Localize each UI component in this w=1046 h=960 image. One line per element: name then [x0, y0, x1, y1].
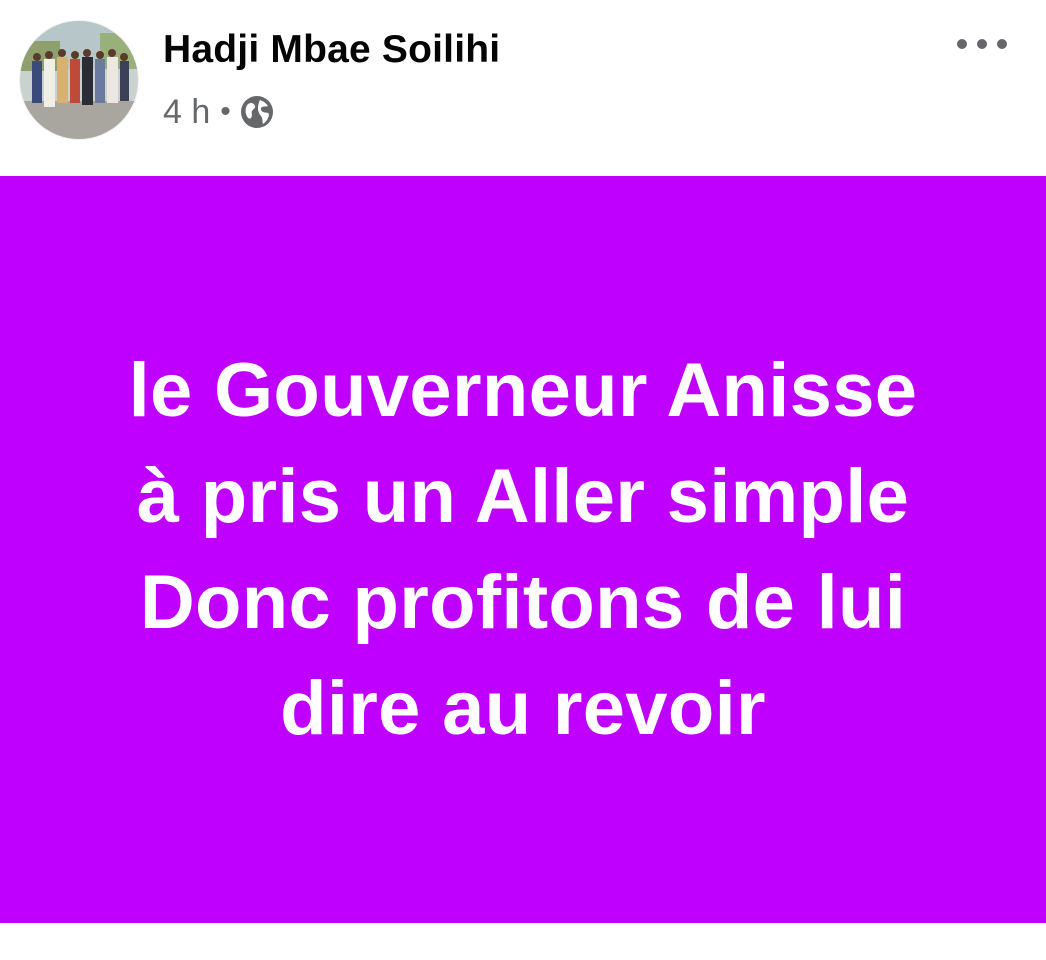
- globe-icon[interactable]: [239, 94, 275, 130]
- post-footer-spacer: [0, 923, 1046, 960]
- more-horizontal-icon: [957, 39, 1007, 49]
- post-text-line-1: le Gouverneur Anisse: [128, 347, 918, 433]
- post-time[interactable]: 4 h: [163, 91, 210, 133]
- meta-separator: •: [220, 95, 231, 128]
- post-meta: 4 h •: [163, 91, 275, 133]
- post-image-text: le Gouverneur Anisse à pris un Aller sim…: [23, 338, 1023, 762]
- avatar-photo: [20, 21, 138, 139]
- post-header: Hadji Mbae Soilihi 4 h •: [0, 0, 1046, 176]
- post-text-image[interactable]: le Gouverneur Anisse à pris un Aller sim…: [0, 176, 1046, 923]
- more-options-button[interactable]: [950, 26, 1014, 62]
- post-text-line-3: Donc profitons de lui: [139, 559, 907, 645]
- author-avatar[interactable]: [20, 21, 138, 139]
- post-text-line-2: à pris un Aller simple: [136, 453, 910, 539]
- author-name[interactable]: Hadji Mbae Soilihi: [163, 27, 500, 73]
- post-text-line-4: dire au revoir: [280, 665, 766, 751]
